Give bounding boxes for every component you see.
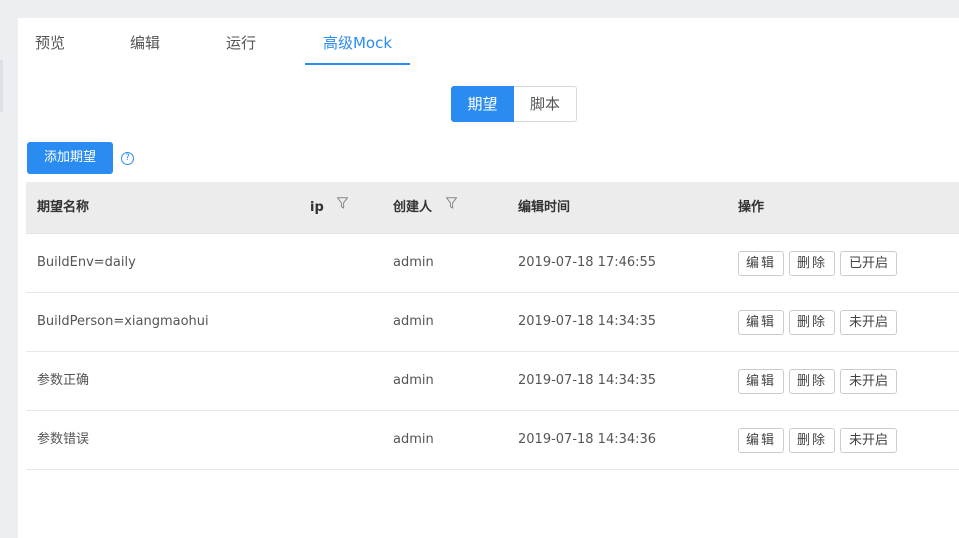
segment-script[interactable]: 脚本 bbox=[514, 86, 577, 122]
cell-edit-time: 2019-07-18 17:46:55 bbox=[518, 255, 657, 270]
cell-edit-time: 2019-07-18 14:34:36 bbox=[518, 432, 657, 447]
left-edge-divider bbox=[0, 60, 3, 112]
cell-creator: admin bbox=[393, 432, 434, 447]
cell-creator: admin bbox=[393, 255, 434, 270]
filter-icon[interactable] bbox=[445, 180, 458, 232]
status-toggle-button[interactable]: 未开启 bbox=[840, 310, 898, 335]
filter-icon[interactable] bbox=[336, 180, 349, 232]
expectation-table: 期望名称 ip 创建人 编辑时间 操作 BuildEnv=daily admin… bbox=[26, 182, 959, 470]
cell-name: 参数正确 bbox=[37, 373, 90, 388]
row-actions: 编辑 删除 未开启 bbox=[738, 428, 898, 453]
tab-edit[interactable]: 编辑 bbox=[129, 18, 161, 66]
tab-run[interactable]: 运行 bbox=[225, 18, 257, 66]
delete-button[interactable]: 删除 bbox=[789, 310, 836, 335]
cell-edit-time: 2019-07-18 14:34:35 bbox=[518, 314, 657, 329]
delete-button[interactable]: 删除 bbox=[789, 428, 836, 453]
cell-name: BuildPerson=xiangmaohui bbox=[37, 314, 209, 329]
delete-button[interactable]: 删除 bbox=[789, 251, 836, 276]
edit-button[interactable]: 编辑 bbox=[738, 310, 785, 335]
status-toggle-button[interactable]: 未开启 bbox=[840, 369, 898, 394]
segment-expectation[interactable]: 期望 bbox=[451, 86, 514, 122]
row-actions: 编辑 删除 未开启 bbox=[738, 310, 898, 335]
column-header-creator: 创建人 bbox=[393, 180, 458, 234]
cell-name: BuildEnv=daily bbox=[37, 255, 136, 270]
column-header-name: 期望名称 bbox=[37, 200, 90, 215]
table-header: 期望名称 ip 创建人 编辑时间 操作 bbox=[26, 182, 959, 234]
tab-preview[interactable]: 预览 bbox=[34, 18, 66, 66]
add-expectation-button[interactable]: 添加期望 bbox=[27, 142, 113, 174]
status-toggle-button[interactable]: 未开启 bbox=[840, 428, 898, 453]
table-row: 参数正确 admin 2019-07-18 14:34:35 编辑 删除 未开启 bbox=[26, 352, 959, 411]
cell-creator: admin bbox=[393, 314, 434, 329]
cell-creator: admin bbox=[393, 373, 434, 388]
cell-edit-time: 2019-07-18 14:34:35 bbox=[518, 373, 657, 388]
table-row: 参数错误 admin 2019-07-18 14:34:36 编辑 删除 未开启 bbox=[26, 411, 959, 470]
question-circle-icon[interactable]: ? bbox=[121, 152, 134, 165]
column-header-ip: ip bbox=[310, 180, 349, 234]
tab-advanced-mock[interactable]: 高级Mock bbox=[305, 18, 410, 66]
table-row: BuildPerson=xiangmaohui admin 2019-07-18… bbox=[26, 293, 959, 352]
mock-panel: 预览 编辑 运行 高级Mock 期望 脚本 添加期望 ? 期望名称 ip 创建人 bbox=[18, 18, 959, 538]
row-actions: 编辑 删除 未开启 bbox=[738, 369, 898, 394]
status-toggle-button[interactable]: 已开启 bbox=[840, 251, 898, 276]
cell-name: 参数错误 bbox=[37, 432, 90, 447]
mode-switch: 期望 脚本 bbox=[451, 86, 577, 122]
row-actions: 编辑 删除 已开启 bbox=[738, 251, 898, 276]
tab-bar: 预览 编辑 运行 高级Mock bbox=[18, 18, 959, 66]
edit-button[interactable]: 编辑 bbox=[738, 428, 785, 453]
column-header-edit-time: 编辑时间 bbox=[518, 200, 571, 215]
column-header-actions: 操作 bbox=[738, 200, 765, 215]
active-tab-indicator bbox=[305, 63, 410, 65]
edit-button[interactable]: 编辑 bbox=[738, 369, 785, 394]
delete-button[interactable]: 删除 bbox=[789, 369, 836, 394]
table-row: BuildEnv=daily admin 2019-07-18 17:46:55… bbox=[26, 234, 959, 293]
edit-button[interactable]: 编辑 bbox=[738, 251, 785, 276]
